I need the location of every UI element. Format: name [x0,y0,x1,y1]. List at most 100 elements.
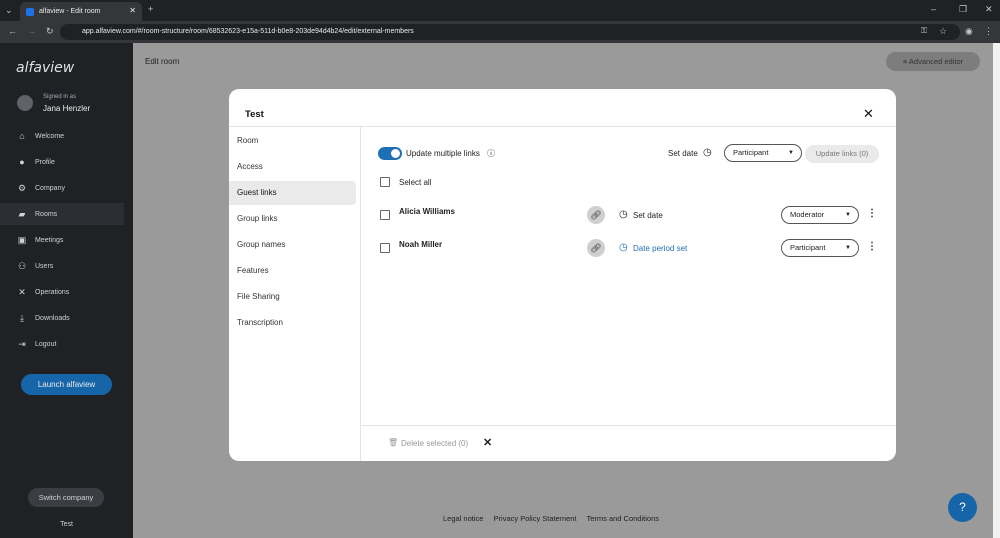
update-multiple-label: Update multiple links [406,149,480,158]
sidebar-item-label: Meetings [35,236,64,244]
row-role-select[interactable]: Moderator ▼ [781,206,859,224]
clock-icon: ◷ [619,209,628,220]
tools-icon[interactable]: ✕ [483,436,492,449]
update-links-button[interactable]: Update links (0) [805,145,879,163]
forward-icon[interactable]: → [27,26,36,36]
sidebar-item-label: Profile [35,158,55,166]
launch-alfaview-button[interactable]: Launch alfaview [21,374,112,395]
divider [362,425,896,426]
tab-access[interactable]: Access [229,155,356,179]
more-options-icon[interactable]: ⋮ [867,208,877,219]
trash-icon: 🗑︎ [388,438,399,447]
dialog-nav: Room Access Guest links Group links Grou… [229,127,361,461]
profile-icon[interactable]: ◉ [965,26,973,37]
star-icon[interactable]: ☆ [939,26,947,37]
users-icon: ⚇ [17,261,27,271]
chevron-down-icon: ▼ [845,212,851,218]
restore-icon[interactable]: ❐ [959,4,967,15]
advanced-editor-label: Advanced editor [908,57,964,66]
back-icon[interactable]: ← [8,26,17,36]
footer: Legal notice Privacy Policy Statement Te… [443,514,667,523]
favicon-icon [26,7,34,16]
chevron-down-icon: ▼ [845,245,851,251]
sidebar-item-operations[interactable]: ✕ Operations [0,281,124,303]
company-name: Test [60,521,73,528]
row-role-value: Participant [790,243,826,252]
date-period-link[interactable]: Date period set [633,244,687,253]
delete-selected-button[interactable]: Delete selected (0) [401,439,468,448]
tab-features[interactable]: Features [229,259,356,283]
role-select[interactable]: Participant ▼ [724,144,802,162]
advanced-editor-button[interactable]: ≡ Advanced editor [886,52,980,71]
clock-icon[interactable]: ◷ [703,147,712,158]
home-icon: ⌂ [19,131,25,141]
sidebar-item-users[interactable]: ⚇ Users [0,255,124,277]
sidebar-item-meetings[interactable]: ▣ Meetings [0,229,124,251]
tab-group-names[interactable]: Group names [229,233,356,257]
key-icon[interactable]: ⚿ [921,26,927,36]
sidebar-item-welcome[interactable]: ⌂ Welcome [0,125,124,147]
tab-transcription[interactable]: Transcription [229,311,356,335]
close-icon[interactable]: ✕ [863,106,874,122]
sidebar-item-label: Company [35,184,65,192]
set-date-label: Set date [668,149,698,158]
avatar[interactable] [17,95,33,111]
chrome-menu-icon[interactable]: ⋮ [984,26,993,37]
clock-icon: ◷ [619,242,628,253]
minimize-icon[interactable]: – [931,4,936,14]
folder-icon: ▰ [18,209,26,219]
address-bar[interactable]: app.alfaview.com/#/room-structure/room/6… [60,24,960,40]
tab-menu-icon[interactable]: ⌄ [5,5,13,16]
download-icon: ⤓ [20,313,24,323]
row-role-value: Moderator [790,210,825,219]
sidebar-item-label: Welcome [35,132,65,140]
guest-name: Alicia Williams [399,207,455,216]
sidebar-item-company[interactable]: ⚙ Company [0,177,124,199]
terms-link[interactable]: Terms and Conditions [586,514,659,523]
new-tab-icon[interactable]: + [148,4,153,14]
sidebar-item-downloads[interactable]: ⤓ Downloads [0,307,124,329]
edit-room-dialog: Test ✕ Room Access Guest links Group lin… [229,89,896,461]
switch-company-button[interactable]: Switch company [28,488,104,507]
sidebar-item-label: Logout [35,340,57,348]
tab-file-sharing[interactable]: File Sharing [229,285,356,309]
help-button[interactable]: ? [948,493,977,522]
sidebar-item-label: Operations [35,288,70,296]
tab-group-links[interactable]: Group links [229,207,356,231]
chevron-down-icon: ▼ [788,150,794,156]
tab-guest-links[interactable]: Guest links [229,181,356,205]
link-icon[interactable]: 🔗︎ [587,239,605,257]
privacy-link[interactable]: Privacy Policy Statement [494,514,577,523]
page-title: Edit room [145,57,180,66]
row-checkbox[interactable] [380,210,390,220]
sidebar-item-label: Downloads [35,314,70,322]
set-date-link[interactable]: Set date [633,211,663,220]
signed-in-label: Signed in as [43,94,77,100]
tab-close-icon[interactable]: ✕ [129,6,136,15]
person-icon: ● [19,157,25,167]
logout-icon: ⇥ [18,339,26,349]
select-all-checkbox[interactable] [380,177,390,187]
app-logo: alfaview [16,60,75,76]
sidebar: alfaview Signed in as Jana Henzler ⌂ Welc… [0,43,133,538]
scrollbar[interactable] [993,43,1000,538]
row-role-select[interactable]: Participant ▼ [781,239,859,257]
legal-notice-link[interactable]: Legal notice [443,514,483,523]
tab-room[interactable]: Room [229,129,356,153]
calendar-icon: ▣ [17,235,27,245]
row-checkbox[interactable] [380,243,390,253]
link-icon[interactable]: 🔗︎ [587,206,605,224]
reload-icon[interactable]: ↻ [46,26,54,37]
browser-tab-strip: ⌄ alfaview - Edit room ✕ + – ❐ ✕ [0,0,1000,21]
tab-title: alfaview - Edit room [39,8,101,15]
update-multiple-toggle[interactable] [378,147,402,160]
sidebar-item-logout[interactable]: ⇥ Logout [0,333,124,355]
more-options-icon[interactable]: ⋮ [867,241,877,252]
browser-tab[interactable]: alfaview - Edit room ✕ [20,2,142,21]
select-all-label: Select all [399,178,432,187]
role-select-value: Participant [733,148,769,157]
gear-icon: ⚙ [17,183,27,193]
window-close-icon[interactable]: ✕ [985,4,993,15]
sidebar-item-profile[interactable]: ● Profile [0,151,124,173]
sidebar-item-rooms[interactable]: ▰ Rooms [0,203,124,225]
